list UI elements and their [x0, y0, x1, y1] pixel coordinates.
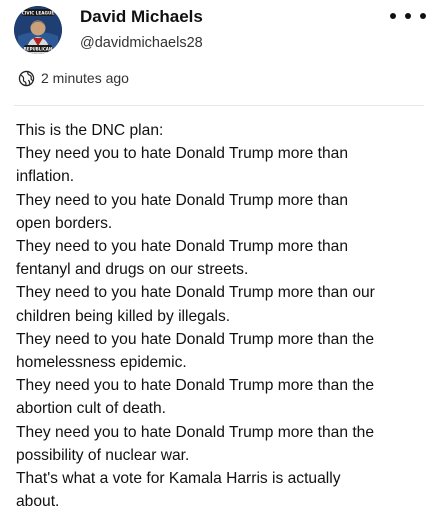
post-text-line: They need you to hate Donald Trump more …: [16, 145, 348, 163]
divider: [14, 105, 424, 106]
post-text-line: abortion cult of death.: [16, 400, 166, 418]
post-text-line: homelessness epidemic.: [16, 354, 187, 372]
avatar-badge-top: CIVIC LEAGUE: [22, 11, 55, 16]
post-text-line: They need to you hate Donald Trump more …: [16, 330, 375, 348]
post-text-line: They need to you hate Donald Trump more …: [16, 238, 348, 256]
post-text-line: inflation.: [16, 168, 75, 186]
avatar[interactable]: CIVIC LEAGUE REPUBLICAN: [14, 6, 62, 54]
post-timestamp[interactable]: 2 minutes ago: [41, 70, 129, 86]
post-text-line: open borders.: [16, 214, 113, 232]
post-meta: 2 minutes ago: [18, 68, 129, 88]
post-text-line: fentanyl and drugs on our streets.: [16, 261, 249, 279]
more-options-icon: [405, 13, 411, 19]
post-body: This is the DNC plan: They need you to h…: [16, 119, 436, 513]
post-text-line: They need to you hate Donald Trump more …: [16, 284, 375, 302]
post-text-line: about.: [16, 493, 60, 511]
globe-icon: [18, 70, 35, 86]
avatar-badge-bottom: REPUBLICAN: [24, 46, 52, 51]
post-text-line: They need you to hate Donald Trump more …: [16, 377, 375, 395]
author-display-name[interactable]: David Michaels: [80, 7, 203, 27]
more-options-icon: [420, 13, 426, 19]
post-text-line: children being killed by illegals.: [16, 307, 231, 325]
post-text-line: They need to you hate Donald Trump more …: [16, 191, 348, 209]
more-options-button[interactable]: [390, 6, 426, 26]
post-text-line: possibility of nuclear war.: [16, 446, 190, 464]
post-text-line: That's what a vote for Kamala Harris is …: [16, 470, 341, 488]
avatar-image: CIVIC LEAGUE REPUBLICAN: [14, 6, 62, 54]
post-text-line: This is the DNC plan:: [16, 122, 164, 139]
author-handle[interactable]: @davidmichaels28: [80, 35, 203, 51]
post-header: CIVIC LEAGUE REPUBLICAN David Michaels @…: [0, 0, 440, 100]
more-options-icon: [390, 13, 396, 19]
post-text-line: They need you to hate Donald Trump more …: [16, 423, 375, 441]
